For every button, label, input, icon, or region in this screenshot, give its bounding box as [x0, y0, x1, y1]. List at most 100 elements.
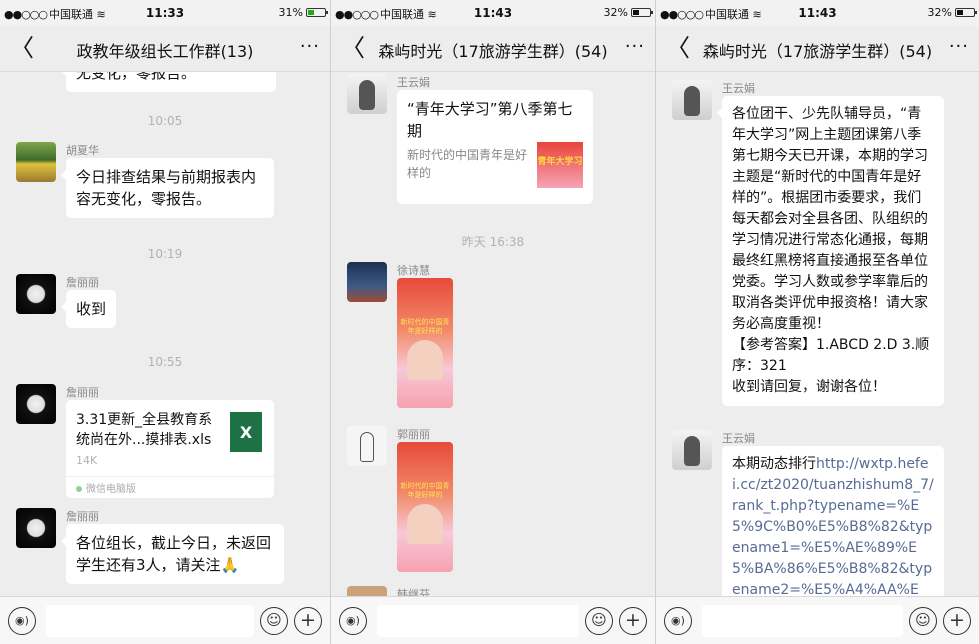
avatar[interactable] — [16, 508, 56, 548]
link-description: 新时代的中国青年是好样的 — [407, 148, 528, 180]
message-input[interactable] — [46, 605, 254, 637]
sender-name: 詹丽丽 — [66, 386, 99, 399]
nav-bar: 〈 森屿时光（17旅游学生群）(54) ··· — [331, 26, 655, 72]
link-title: “青年大学习”第八季第七期 — [407, 100, 573, 140]
timestamp: 10:05 — [147, 114, 183, 128]
plus-icon[interactable]: + — [294, 607, 322, 635]
voice-icon[interactable]: ◉) — [339, 607, 367, 635]
back-button[interactable]: 〈 — [341, 34, 365, 62]
nav-bar: 〈 森屿时光（17旅游学生群）(54) ··· — [656, 26, 979, 72]
message-prefix: 本期动态排行 — [732, 456, 816, 472]
avatar-figure — [359, 80, 375, 110]
sender-name: 詹丽丽 — [66, 276, 99, 289]
chat-title: 政教年级组长工作群(13) — [76, 42, 254, 61]
message: 詹丽丽 各位组长，截止今日，未返回学生还有3人，请关注🙏 — [10, 508, 320, 596]
message-bubble[interactable]: 收到 — [60, 290, 117, 328]
answer-line: 【参考答案】1.ABCD 2.D 3.顺序：321 — [732, 337, 930, 374]
message-bubble[interactable]: 今日排查结果与前期报表内容无变化，零报告。 — [61, 158, 274, 218]
excel-file-icon: X — [230, 412, 262, 452]
sender-name: 郭丽丽 — [397, 428, 430, 441]
message: 郭丽丽 新时代的中国青年是好样的 — [341, 426, 645, 576]
plus-icon[interactable]: + — [619, 607, 647, 635]
more-button[interactable]: ··· — [949, 36, 969, 57]
message-bubble[interactable]: 各位组长，截止今日，未返回学生还有3人，请关注🙏 — [61, 524, 284, 584]
message-input[interactable] — [702, 605, 903, 637]
sender-name: 胡夏华 — [66, 144, 99, 157]
avatar[interactable] — [16, 274, 56, 314]
message-bubble-partial[interactable]: 无变化，零报告。 — [61, 72, 276, 92]
poster-text: 新时代的中国青年是好样的 — [400, 318, 450, 335]
message-bubble[interactable]: 本期动态排行http://wxtp.hefei.cc/zt2020/tuanzh… — [722, 446, 944, 596]
voice-icon[interactable]: ◉) — [664, 607, 692, 635]
message-body: 各位团干、少先队辅导员，“青年大学习”网上主题团课第八季第七期今天已开课，本期的… — [732, 106, 928, 332]
avatar[interactable] — [347, 586, 387, 596]
image-message[interactable]: 新时代的中国青年是好样的 — [397, 278, 453, 408]
poster-figure — [407, 340, 443, 380]
battery-icon — [306, 8, 328, 17]
sender-name: 韩继芬 — [397, 588, 430, 596]
avatar[interactable] — [672, 80, 712, 120]
voice-icon[interactable]: ◉) — [8, 607, 36, 635]
message-input[interactable] — [377, 605, 579, 637]
file-name: 3.31更新_全县教育系统尚在外...摸排表.xls — [76, 412, 213, 448]
plus-icon[interactable]: + — [943, 607, 971, 635]
status-bar: ●●○○○ 中国联通 ≋ 11:43 32% — [331, 0, 655, 26]
status-bar: ●●○○○ 中国联通 ≋ 11:33 31% — [0, 0, 330, 26]
status-bar: ●●○○○ 中国联通 ≋ 11:43 32% — [656, 0, 979, 26]
battery: 31% — [279, 6, 328, 19]
message: 王云娟 “青年大学习”第八季第七期 新时代的中国青年是好样的 青年大学习 — [341, 74, 645, 214]
back-button[interactable]: 〈 — [666, 34, 690, 62]
avatar-figure — [360, 432, 374, 462]
message: 胡夏华 今日排查结果与前期报表内容无变化，零报告。 — [10, 142, 320, 222]
battery: 32% — [604, 6, 653, 19]
file-message[interactable]: 3.31更新_全县教育系统尚在外...摸排表.xls 14K X 微信电脑版 — [66, 400, 274, 498]
avatar[interactable] — [16, 384, 56, 424]
emoji-icon[interactable]: ☺ — [260, 607, 288, 635]
avatar[interactable] — [347, 262, 387, 302]
sender-name: 徐诗慧 — [397, 264, 430, 277]
poster-figure — [407, 504, 443, 544]
message-list[interactable]: 王云娟 各位团干、少先队辅导员，“青年大学习”网上主题团课第八季第七期今天已开课… — [656, 72, 979, 596]
timestamp: 昨天 16:38 — [461, 235, 525, 249]
avatar[interactable] — [347, 426, 387, 466]
chat-screen-1: ●●○○○ 中国联通 ≋ 11:33 31% 〈 政教年级组长工作群(13) ··… — [0, 0, 330, 644]
battery-icon — [955, 8, 977, 17]
input-bar: ◉) ☺ + — [0, 596, 330, 644]
message-list[interactable]: 无变化，零报告。 10:05 胡夏华 今日排查结果与前期报表内容无变化，零报告。… — [0, 72, 330, 596]
emoji-icon[interactable]: ☺ — [909, 607, 937, 635]
sender-name: 詹丽丽 — [66, 510, 99, 523]
chat-title: 森屿时光（17旅游学生群）(54) — [378, 42, 608, 61]
message-bubble[interactable]: 各位团干、少先队辅导员，“青年大学习”网上主题团课第八季第七期今天已开课，本期的… — [717, 96, 944, 406]
timestamp: 10:55 — [147, 355, 183, 369]
phone-screens: ●●○○○ 中国联通 ≋ 11:33 31% 〈 政教年级组长工作群(13) ··… — [0, 0, 979, 644]
file-size: 14K — [76, 454, 98, 467]
poster-text: 新时代的中国青年是好样的 — [400, 482, 450, 499]
message-list[interactable]: 王云娟 “青年大学习”第八季第七期 新时代的中国青年是好样的 青年大学习 昨天 … — [331, 72, 655, 596]
divider — [66, 476, 274, 477]
link-thumbnail: 青年大学习 — [537, 142, 583, 188]
back-button[interactable]: 〈 — [10, 34, 34, 62]
avatar[interactable] — [672, 430, 712, 470]
message: 徐诗慧 新时代的中国青年是好样的 — [341, 262, 645, 412]
message: 王云娟 本期动态排行http://wxtp.hefei.cc/zt2020/tu… — [666, 430, 969, 596]
message: 詹丽丽 收到 — [10, 274, 320, 334]
chat-title: 森屿时光（17旅游学生群）(54) — [702, 42, 933, 61]
ranking-link[interactable]: http://wxtp.hefei.cc/zt2020/tuanzhishum8… — [732, 456, 934, 596]
image-message[interactable]: 新时代的中国青年是好样的 — [397, 442, 453, 572]
avatar-figure — [684, 436, 700, 466]
battery: 32% — [928, 6, 977, 19]
emoji-icon[interactable]: ☺ — [585, 607, 613, 635]
file-source: 微信电脑版 — [76, 480, 136, 495]
message: 王云娟 各位团干、少先队辅导员，“青年大学习”网上主题团课第八季第七期今天已开课… — [666, 80, 969, 425]
link-card[interactable]: “青年大学习”第八季第七期 新时代的中国青年是好样的 青年大学习 — [397, 90, 593, 204]
nav-bar: 〈 政教年级组长工作群(13) ··· — [0, 26, 330, 72]
input-bar: ◉) ☺ + — [656, 596, 979, 644]
wechat-pc-icon — [76, 486, 82, 492]
battery-icon — [631, 8, 653, 17]
chat-screen-2: ●●○○○ 中国联通 ≋ 11:43 32% 〈 森屿时光（17旅游学生群）(54… — [330, 0, 655, 644]
avatar[interactable] — [347, 74, 387, 114]
more-button[interactable]: ··· — [300, 36, 320, 57]
timestamp: 10:19 — [147, 247, 183, 261]
avatar[interactable] — [16, 142, 56, 182]
more-button[interactable]: ··· — [625, 36, 645, 57]
